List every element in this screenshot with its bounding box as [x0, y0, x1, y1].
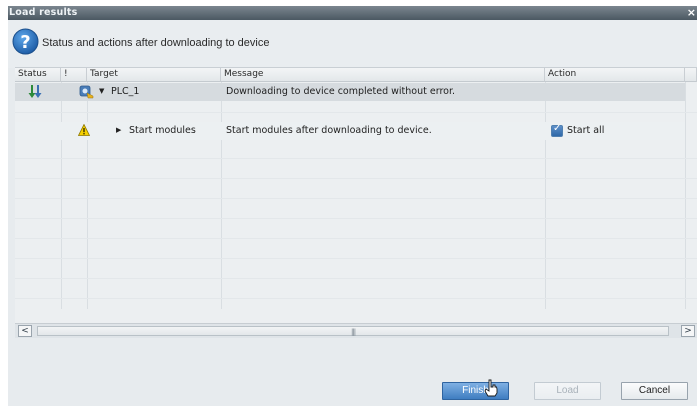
dialog-footer: Finish Load Cancel [8, 338, 697, 406]
collapse-caret-icon[interactable]: ▶ [116, 126, 121, 134]
dialog-title: Load results [9, 7, 78, 18]
title-bar[interactable]: Load results × [8, 6, 697, 20]
close-icon[interactable]: × [687, 6, 696, 19]
hand-cursor-icon [484, 379, 498, 397]
expand-caret-icon[interactable]: ▼ [99, 87, 104, 95]
cancel-button[interactable]: Cancel [621, 382, 688, 400]
message-start-modules: Start modules after downloading to devic… [226, 125, 432, 136]
finish-button[interactable]: Finish [442, 382, 509, 400]
column-header-action[interactable]: Action [545, 68, 685, 82]
start-all-checkbox[interactable]: ✓ [551, 123, 563, 137]
load-results-dialog: Load results × ? Status and actions afte… [8, 6, 697, 406]
header-text: Status and actions after downloading to … [42, 37, 270, 49]
row-divider [15, 298, 697, 299]
column-header-target[interactable]: Target [87, 68, 221, 82]
table-row-start-modules[interactable]: ▶ Start modules Start modules after down… [15, 122, 685, 140]
column-divider [87, 82, 88, 309]
row-divider [15, 218, 697, 219]
row-divider [15, 278, 697, 279]
online-device-icon [79, 85, 94, 99]
row-divider [15, 198, 697, 199]
column-divider [221, 82, 222, 309]
question-mark-icon: ? [12, 28, 39, 55]
start-all-label: Start all [567, 125, 605, 136]
scroll-thumb[interactable]: ||| [37, 326, 669, 336]
column-header-message[interactable]: Message [221, 68, 545, 82]
row-divider [15, 112, 697, 113]
row-divider [15, 178, 697, 179]
download-arrows-icon [28, 85, 42, 98]
dialog-header: ? Status and actions after downloading t… [8, 20, 697, 68]
svg-text:?: ? [20, 32, 30, 53]
results-table: Status ! Target Message Action ▼ PLC_1 D… [15, 67, 697, 323]
column-header-status[interactable]: Status [15, 68, 61, 82]
scroll-left-button[interactable]: < [18, 325, 32, 337]
column-divider [545, 82, 546, 309]
message-plc: Downloading to device completed without … [226, 86, 456, 97]
row-divider [15, 238, 697, 239]
start-all-option[interactable]: ✓ Start all [551, 123, 621, 139]
table-row-plc[interactable]: ▼ PLC_1 Downloading to device completed … [15, 83, 685, 101]
checkmark-icon: ✓ [553, 123, 562, 134]
column-divider [685, 82, 686, 309]
warning-icon [78, 124, 90, 136]
column-header-filler [685, 68, 697, 82]
column-divider [61, 82, 62, 309]
scroll-right-button[interactable]: > [681, 325, 695, 337]
target-start-modules: Start modules [129, 125, 196, 136]
target-plc: PLC_1 [111, 86, 140, 97]
row-divider [15, 158, 697, 159]
row-divider [15, 258, 697, 259]
load-button[interactable]: Load [534, 382, 601, 400]
column-header-flag[interactable]: ! [61, 68, 87, 82]
horizontal-scrollbar[interactable]: < ||| > [15, 323, 697, 338]
grip-icon: ||| [351, 328, 356, 336]
